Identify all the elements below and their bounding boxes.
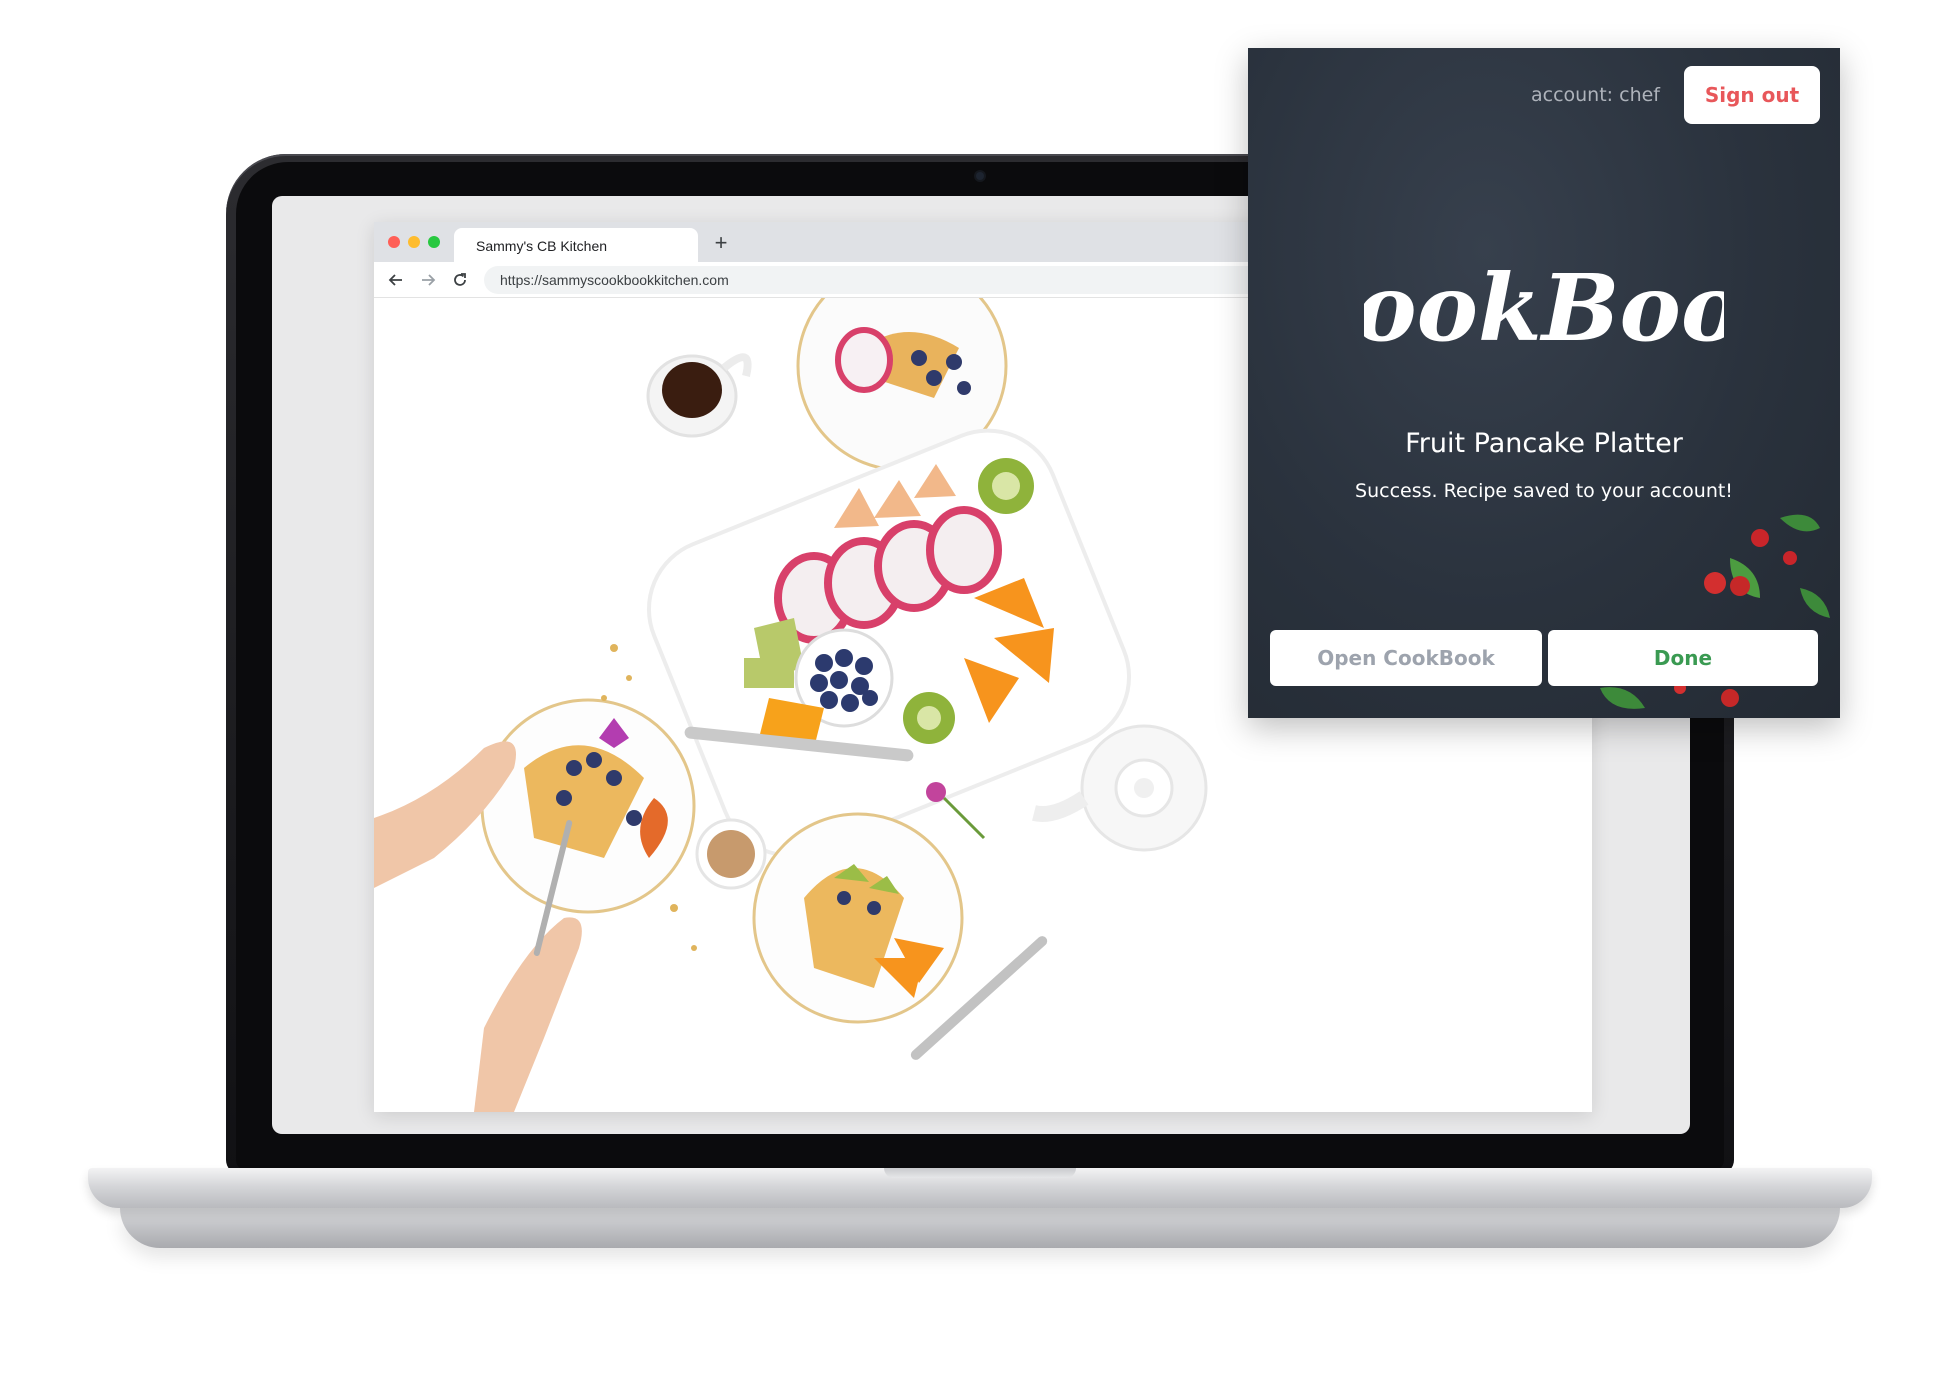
maximize-window-icon[interactable] <box>428 236 440 248</box>
browser-tab[interactable]: Sammy's CB Kitchen <box>454 228 698 262</box>
close-window-icon[interactable] <box>388 236 400 248</box>
sign-out-button[interactable]: Sign out <box>1684 66 1820 124</box>
cookbook-logo-text: CookBook <box>1364 254 1724 362</box>
address-bar-url: https://sammyscookbookkitchen.com <box>500 272 729 288</box>
done-button[interactable]: Done <box>1548 630 1818 686</box>
laptop-base-foot <box>120 1208 1840 1248</box>
reload-icon[interactable] <box>448 268 472 292</box>
camera-icon <box>976 172 984 180</box>
open-cookbook-button[interactable]: Open CookBook <box>1270 630 1542 686</box>
browser-tab-title: Sammy's CB Kitchen <box>476 238 608 254</box>
forward-arrow-icon[interactable] <box>416 268 440 292</box>
recipe-title: Fruit Pancake Platter <box>1405 428 1683 459</box>
minimize-window-icon[interactable] <box>408 236 420 248</box>
stage: Sammy's CB Kitchen + https://sammyscookb… <box>0 0 1960 1400</box>
cookbook-panel: account: chef Sign out CookBook Fruit Pa… <box>1248 48 1840 718</box>
laptop-base <box>88 1168 1872 1208</box>
account-label: account: chef <box>1530 84 1660 106</box>
laptop-base-notch <box>884 1168 1076 1178</box>
cookbook-logo-wordmark: CookBook <box>1282 254 1806 362</box>
back-arrow-icon[interactable] <box>384 268 408 292</box>
new-tab-button[interactable]: + <box>708 230 734 256</box>
cookbook-logo: CookBook <box>1248 248 1840 373</box>
